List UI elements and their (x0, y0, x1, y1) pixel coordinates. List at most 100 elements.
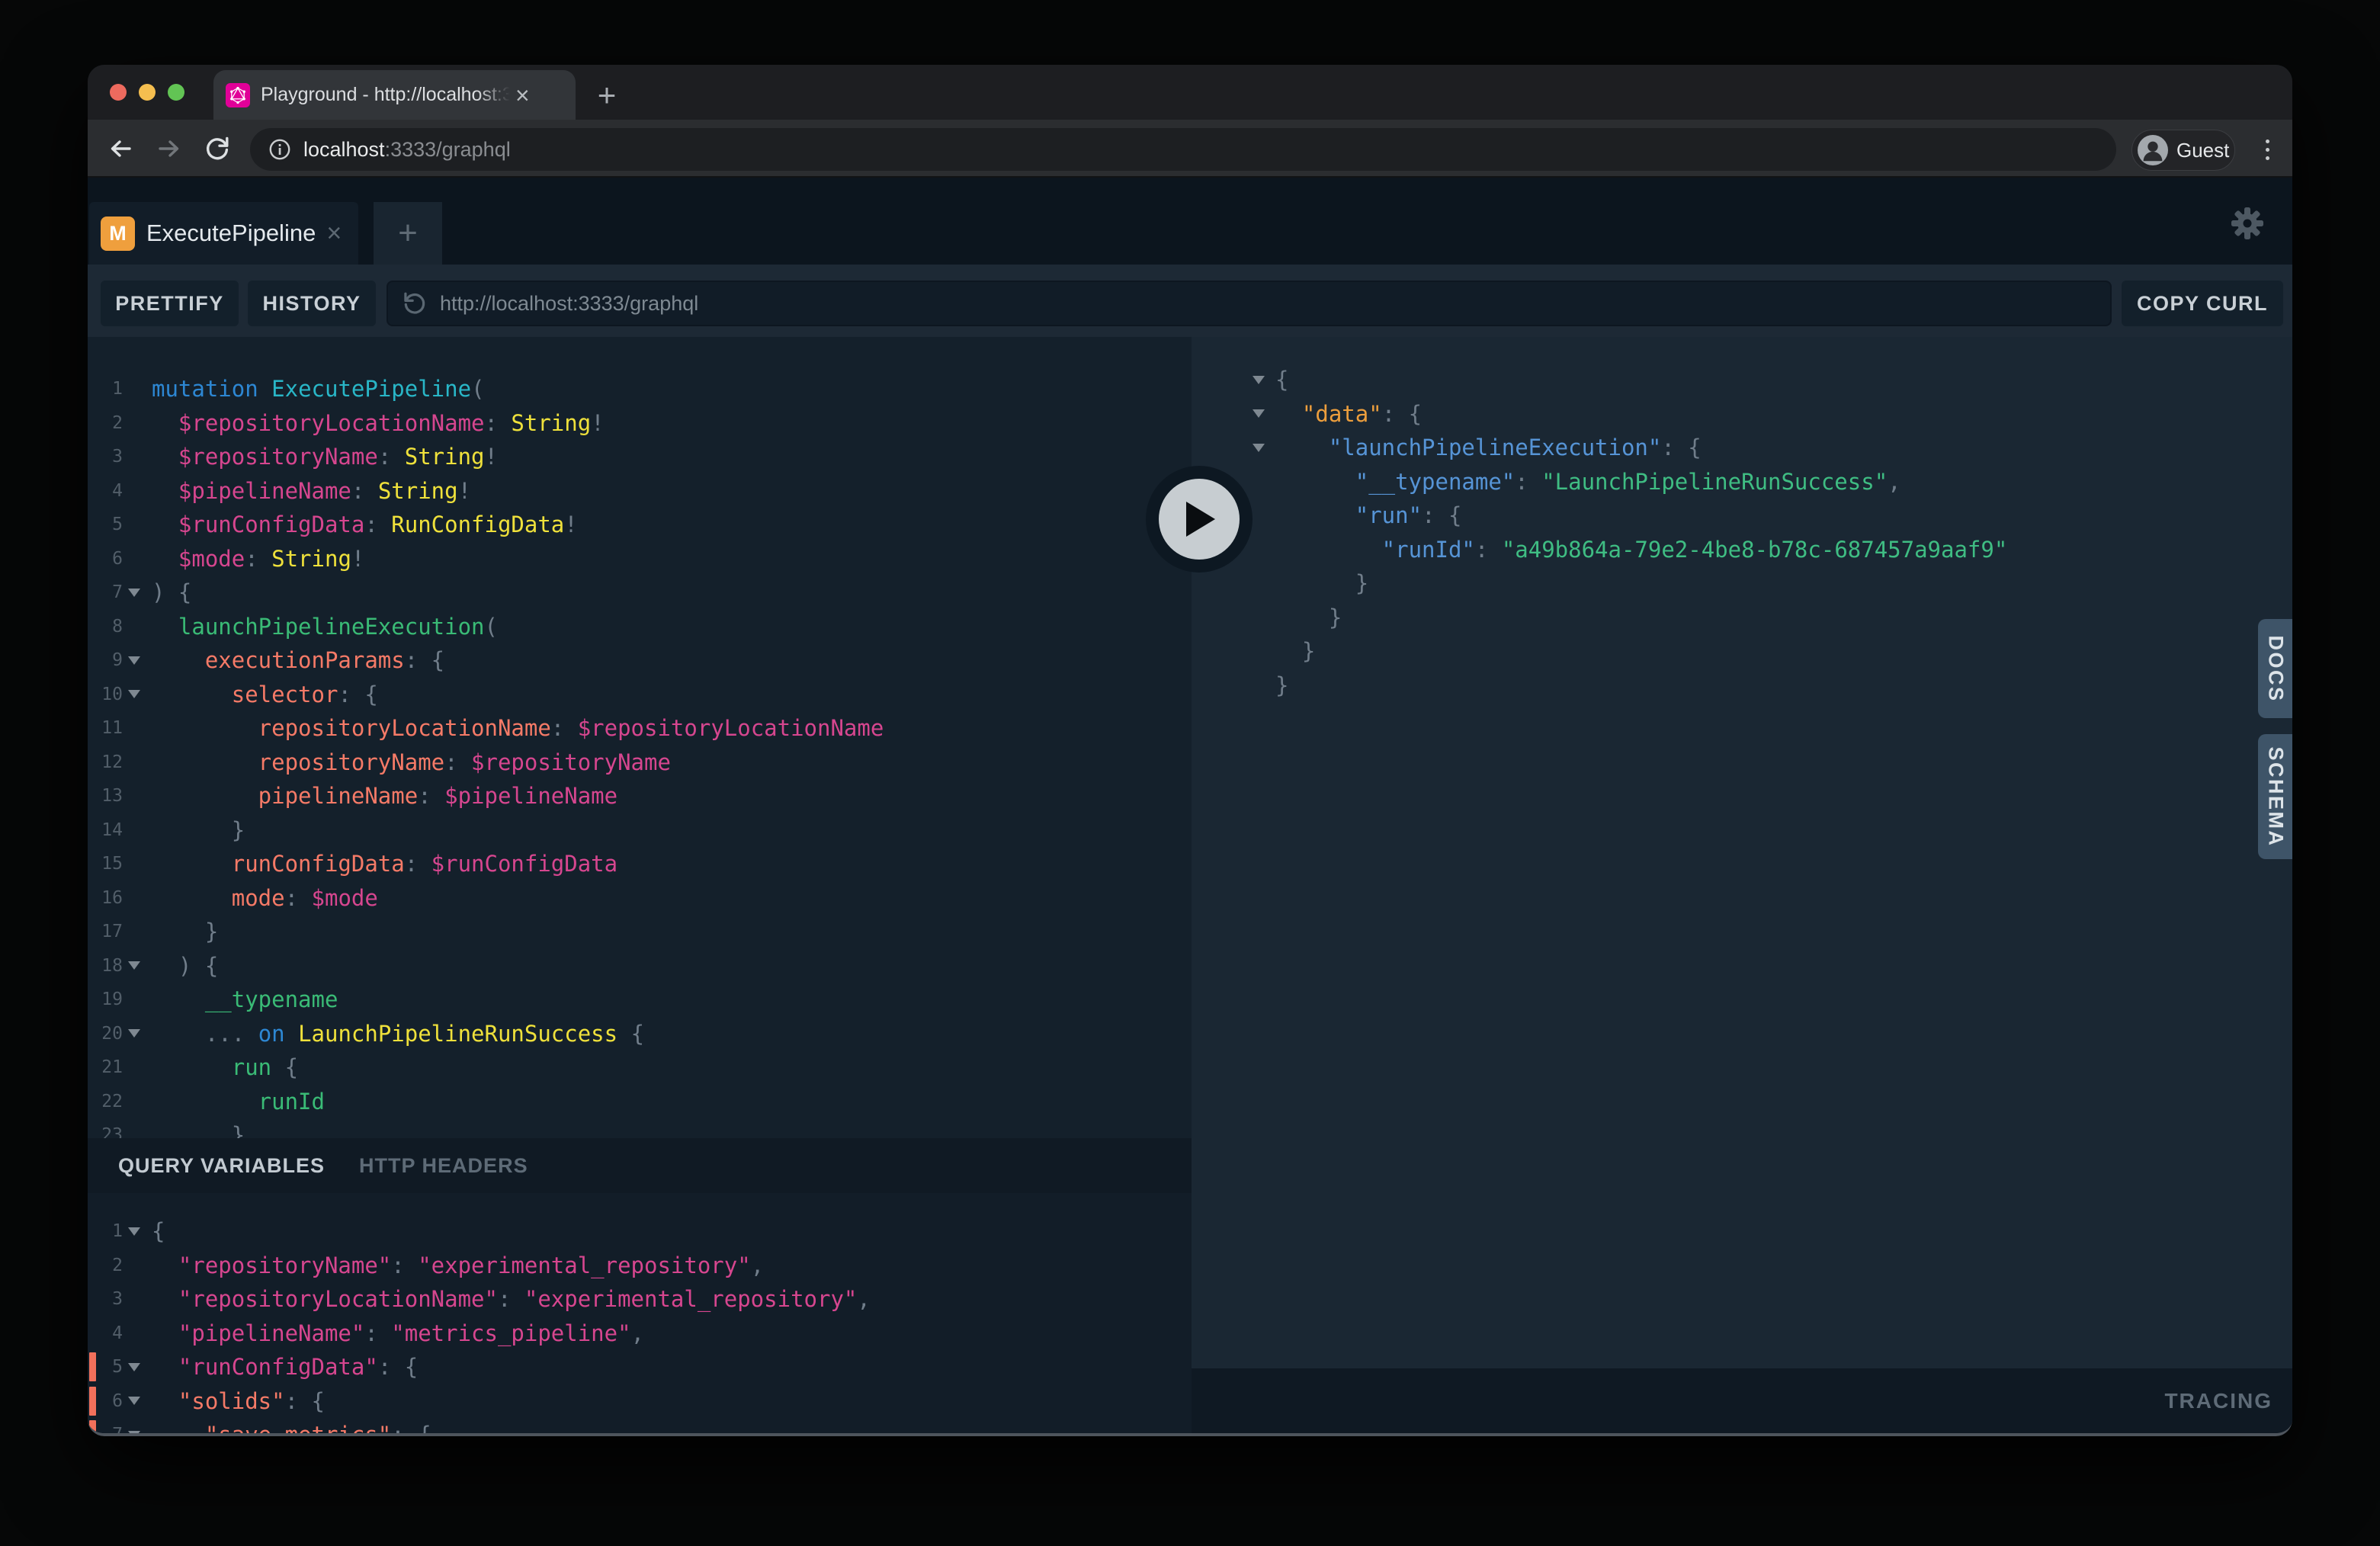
line-number: 1 (88, 379, 123, 399)
line-number: 6 (88, 549, 123, 569)
history-button[interactable]: HISTORY (248, 281, 376, 326)
execute-play-button[interactable] (1146, 466, 1253, 573)
response-code-line: } (1192, 601, 2292, 635)
tab-query-variables[interactable]: QUERY VARIABLES (118, 1154, 325, 1178)
reload-icon[interactable] (204, 135, 231, 162)
endpoint-history-icon (402, 290, 428, 316)
fold-arrow-icon[interactable] (128, 961, 140, 970)
schema-side-tab[interactable]: SCHEMA (2258, 734, 2292, 859)
mutation-badge: M (101, 217, 135, 251)
minimize-window-button[interactable] (139, 84, 156, 101)
fold-arrow-icon[interactable] (1253, 376, 1265, 384)
session-tab-close-icon[interactable]: × (326, 220, 342, 246)
fold-arrow-icon[interactable] (128, 1029, 140, 1038)
query-code-line: 16 mode: $mode (88, 881, 1192, 916)
query-code-line: 18 ) { (88, 949, 1192, 983)
profile-chip[interactable]: Guest (2131, 130, 2235, 171)
variables-code-line: 7 "save_metrics": { (88, 1418, 1192, 1433)
browser-toolbar: localhost:3333/graphql Guest (88, 120, 2292, 178)
query-code-line: 20 ... on LaunchPipelineRunSuccess { (88, 1017, 1192, 1051)
line-number: 3 (88, 1289, 123, 1309)
fold-arrow-icon[interactable] (128, 1227, 140, 1236)
query-code-line: 21 run { (88, 1050, 1192, 1085)
tracing-panel[interactable]: TRACING (1192, 1368, 2292, 1433)
variables-code-line: 6 "solids": { (88, 1384, 1192, 1419)
lint-error-mark (89, 1352, 96, 1381)
browser-new-tab-button[interactable]: + (587, 75, 627, 115)
variables-code-line: 5 "runConfigData": { (88, 1350, 1192, 1384)
query-code-line: 12 repositoryName: $repositoryName (88, 746, 1192, 780)
response-code-line: } (1192, 669, 2292, 703)
fold-arrow-icon[interactable] (128, 589, 140, 597)
response-code-line: "runId": "a49b864a-79e2-4be8-b78c-687457… (1192, 533, 2292, 567)
line-number: 9 (88, 650, 123, 670)
line-number: 4 (88, 1323, 123, 1343)
response-code-line: "run": { (1192, 499, 2292, 533)
query-code-line: 9 executionParams: { (88, 643, 1192, 678)
back-icon[interactable] (107, 135, 134, 162)
fold-arrow-icon[interactable] (1253, 444, 1265, 452)
settings-gear-icon[interactable] (2230, 206, 2265, 241)
line-number: 2 (88, 1256, 123, 1275)
query-code-line: 22 runId (88, 1085, 1192, 1119)
query-editor[interactable]: 1mutation ExecutePipeline(2 $repositoryL… (88, 337, 1192, 1138)
line-number: 18 (88, 956, 123, 976)
query-code-line: 4 $pipelineName: String! (88, 474, 1192, 508)
docs-side-tab[interactable]: DOCS (2258, 619, 2292, 718)
close-window-button[interactable] (110, 84, 127, 101)
line-number: 14 (88, 820, 123, 840)
endpoint-url: http://localhost:3333/graphql (440, 292, 698, 316)
bottom-panel-tabs: QUERY VARIABLES HTTP HEADERS (88, 1138, 1192, 1193)
line-number: 22 (88, 1092, 123, 1111)
prettify-button[interactable]: PRETTIFY (101, 281, 239, 326)
fold-arrow-icon[interactable] (128, 1431, 140, 1433)
query-variables-editor[interactable]: 1{2 "repositoryName": "experimental_repo… (88, 1193, 1192, 1433)
session-tab-title: ExecutePipeline (146, 220, 316, 247)
zoom-window-button[interactable] (168, 84, 184, 101)
response-viewer[interactable]: { "data": { "launchPipelineExecution": {… (1192, 337, 2292, 1368)
forward-icon[interactable] (156, 135, 183, 162)
fold-arrow-icon[interactable] (1253, 409, 1265, 418)
copy-curl-button[interactable]: COPY CURL (2122, 281, 2283, 326)
site-info-icon[interactable] (268, 138, 291, 161)
fold-arrow-icon[interactable] (128, 1397, 140, 1405)
play-icon (1159, 479, 1240, 560)
playground-page: M ExecutePipeline × + PRETTIFY HISTORY (88, 179, 2292, 1433)
line-number: 1 (88, 1221, 123, 1241)
variables-code-line: 4 "pipelineName": "metrics_pipeline", (88, 1317, 1192, 1351)
session-tab-executepipeline[interactable]: M ExecutePipeline × (89, 202, 358, 265)
query-code-line: 11 repositoryLocationName: $repositoryLo… (88, 711, 1192, 746)
tab-http-headers[interactable]: HTTP HEADERS (359, 1154, 528, 1178)
line-number: 10 (88, 685, 123, 704)
line-number: 8 (88, 617, 123, 637)
line-number: 5 (88, 515, 123, 534)
new-session-tab-button[interactable]: + (374, 202, 442, 265)
browser-tab-close-icon[interactable]: × (515, 83, 530, 107)
line-number: 11 (88, 718, 123, 738)
line-number: 16 (88, 888, 123, 908)
line-number: 7 (88, 582, 123, 602)
playground-toolbar: PRETTIFY HISTORY http://localhost:3333/g… (88, 265, 2292, 337)
profile-name: Guest (2176, 139, 2229, 162)
fold-arrow-icon[interactable] (128, 1363, 140, 1371)
response-code-line: "data": { (1192, 397, 2292, 431)
schema-label: SCHEMA (2263, 746, 2287, 847)
line-number: 20 (88, 1024, 123, 1044)
response-code-line: "launchPipelineExecution": { (1192, 431, 2292, 465)
line-number: 13 (88, 786, 123, 806)
response-code-line: } (1192, 566, 2292, 601)
query-code-line: 10 selector: { (88, 678, 1192, 712)
line-number: 4 (88, 481, 123, 501)
variables-code-line: 2 "repositoryName": "experimental_reposi… (88, 1249, 1192, 1283)
line-number: 23 (88, 1125, 123, 1138)
fold-arrow-icon[interactable] (128, 656, 140, 665)
browser-tab-title: Playground - http://localhost:3 (261, 84, 512, 106)
query-code-line: 23 } (88, 1118, 1192, 1138)
browser-tab[interactable]: Playground - http://localhost:3 × (213, 70, 576, 120)
endpoint-input[interactable]: http://localhost:3333/graphql (387, 281, 2112, 326)
address-bar[interactable]: localhost:3333/graphql (250, 128, 2116, 171)
avatar (2138, 135, 2168, 165)
fold-arrow-icon[interactable] (128, 690, 140, 698)
browser-menu-icon[interactable] (2262, 136, 2273, 163)
query-code-line: 2 $repositoryLocationName: String! (88, 406, 1192, 441)
